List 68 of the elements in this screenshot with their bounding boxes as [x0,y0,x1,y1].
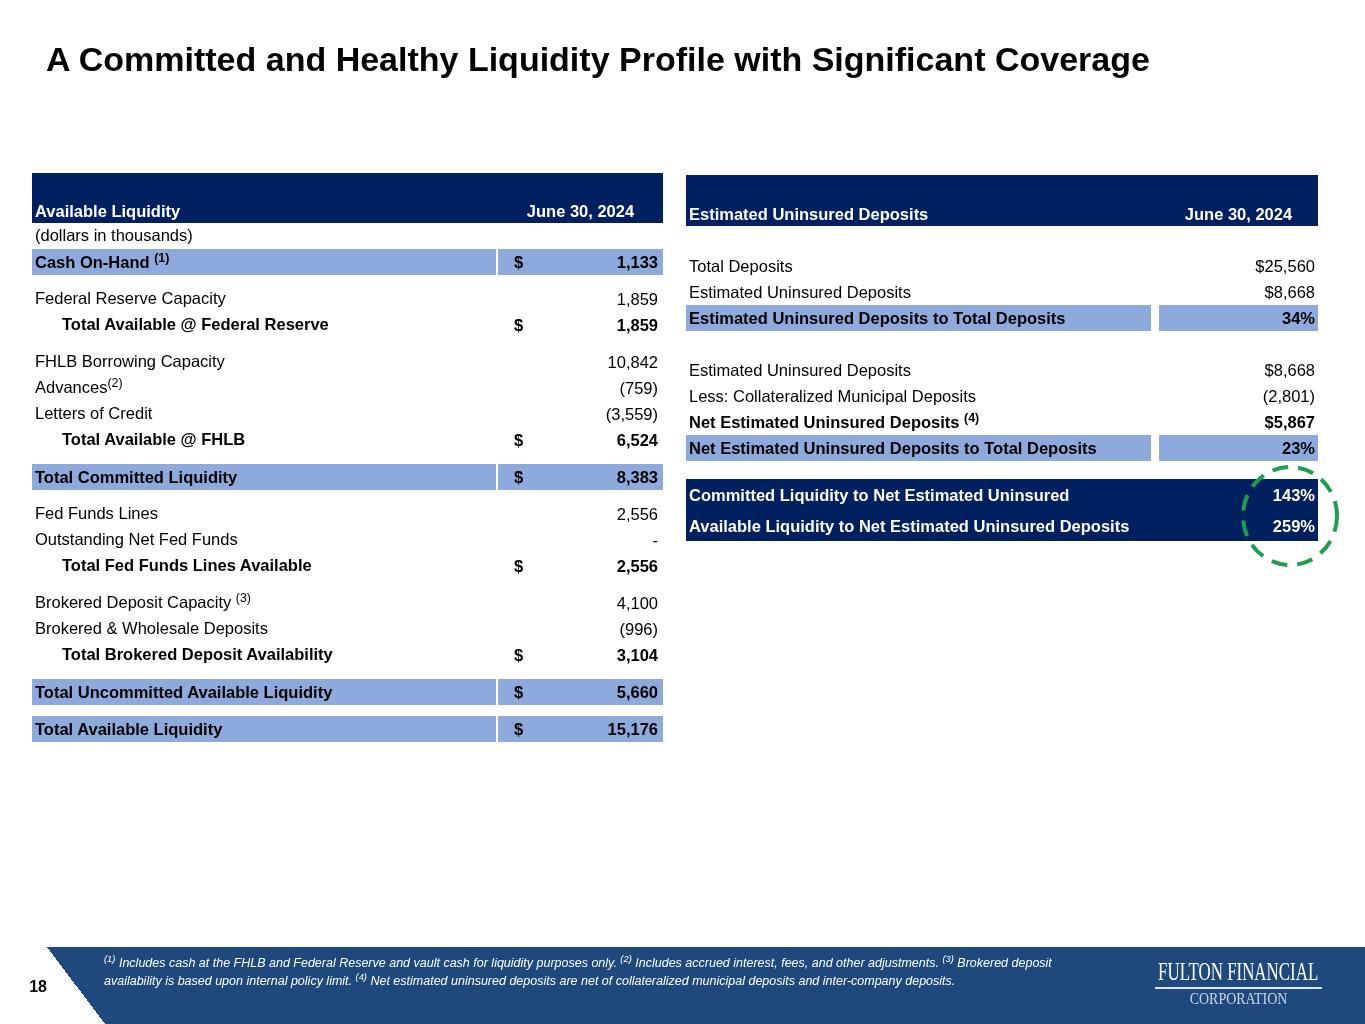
currency-symbol: $ [514,429,524,451]
row-value: 23% [1159,435,1318,461]
row-value: 6,524 [616,429,658,451]
row-label: Total Deposits [689,256,793,276]
row-label: Total Available @ FHLB [62,430,246,448]
row-value: (996) [619,618,658,640]
row-value: 34% [1159,305,1318,331]
row-value: 1,859 [616,314,658,336]
currency-symbol: $ [514,644,524,666]
row-value: 10,842 [607,351,658,373]
slide-title: A Committed and Healthy Liquidity Profile with Significant Coverage [46,39,1150,79]
row-value: (3,559) [605,403,658,425]
currency-symbol: $ [514,466,524,488]
row-value: 2,556 [616,555,658,577]
footnote-text: $^{(1)}$ Includes cash at the FHLB and Federal Reserve and vault cash for liquidity purposes only. $^{(2)}$ Includes accrued interest, fees, and other adjustments. $^{(3)}$ Brokered deposit availability is based upon internal policy limit. $^{(4)}$ Net estimated uninsured deposits are net of collateralized municipal deposits and inter-company deposits. [104,954,1053,990]
column-header: June 30, 2024 [1183,204,1294,225]
row-value: $8,668 [1264,282,1315,302]
row-value: $25,560 [1255,256,1315,276]
summary-value: 143% [1272,484,1315,505]
row-label: Letters of Credit [35,404,153,422]
summary-label: Available Liquidity to Net Estimated Uninsured Deposits [689,515,1130,536]
logo-wordmark: FULTON FINANCIAL [1158,958,1319,986]
row-value: 15,176 [607,718,658,740]
column-header: Estimated Uninsured Deposits [688,204,930,225]
row-label: Fed Funds Lines [35,504,158,522]
row-value: $8,668 [1264,360,1315,380]
row-value: 1,133 [616,251,658,273]
row-value: 2,556 [616,503,658,525]
row-label: Estimated Uninsured Deposits [689,360,911,380]
row-value: 4,100 [616,592,658,614]
row-label: Net Estimated Uninsured Deposits to Total Deposits [686,435,1151,461]
row-value: 1,859 [616,288,658,310]
logo-subtitle: CORPORATION [1189,989,1288,1008]
row-label: Total Committed Liquidity [32,464,496,490]
row-value: - [652,529,658,551]
row-label: Cash On-Hand $^{(1)}$ [32,249,496,275]
table-subtitle: (dollars in thousands) [34,225,193,246]
row-value: 5,660 [616,681,658,703]
currency-symbol: $ [514,251,524,273]
column-header: Available Liquidity [34,201,182,222]
row-value: 3,104 [616,644,658,666]
row-value: (2,801) [1262,386,1315,406]
currency-symbol: $ [514,718,524,740]
page-number: 18 [29,977,47,997]
currency-symbol: $ [514,555,524,577]
row-label: FHLB Borrowing Capacity [35,352,225,370]
row-value: $5,867 [1264,412,1315,432]
row-label: Total Available Liquidity [32,716,496,742]
summary-label: Committed Liquidity to Net Estimated Uninsured [689,484,1070,505]
currency-symbol: $ [514,681,524,703]
row-label: Total Available @ Federal Reserve [62,315,329,333]
row-label: Less: Collateralized Municipal Deposits [689,386,977,406]
row-value: (759) [619,377,658,399]
row-label: Total Uncommitted Available Liquidity [32,679,496,705]
row-value: 8,383 [616,466,658,488]
currency-symbol: $ [514,314,524,336]
row-label: Brokered Deposit Capacity $^{(3)}$ [35,593,251,611]
row-label: Advances$^{(2)}$ [35,378,123,396]
row-label: Brokered & Wholesale Deposits [35,619,268,637]
row-label: Total Brokered Deposit Availability [62,645,333,663]
row-label: Total Fed Funds Lines Available [62,556,312,574]
row-label: Estimated Uninsured Deposits [689,282,911,302]
row-label: Federal Reserve Capacity [35,289,226,307]
row-label: Estimated Uninsured Deposits to Total Deposits [686,305,1151,331]
row-label: Net Estimated Uninsured Deposits $^{(4)}$ [689,412,980,432]
column-header: June 30, 2024 [525,201,636,222]
summary-value: 259% [1272,515,1315,536]
row-label: Outstanding Net Fed Funds [35,530,238,548]
